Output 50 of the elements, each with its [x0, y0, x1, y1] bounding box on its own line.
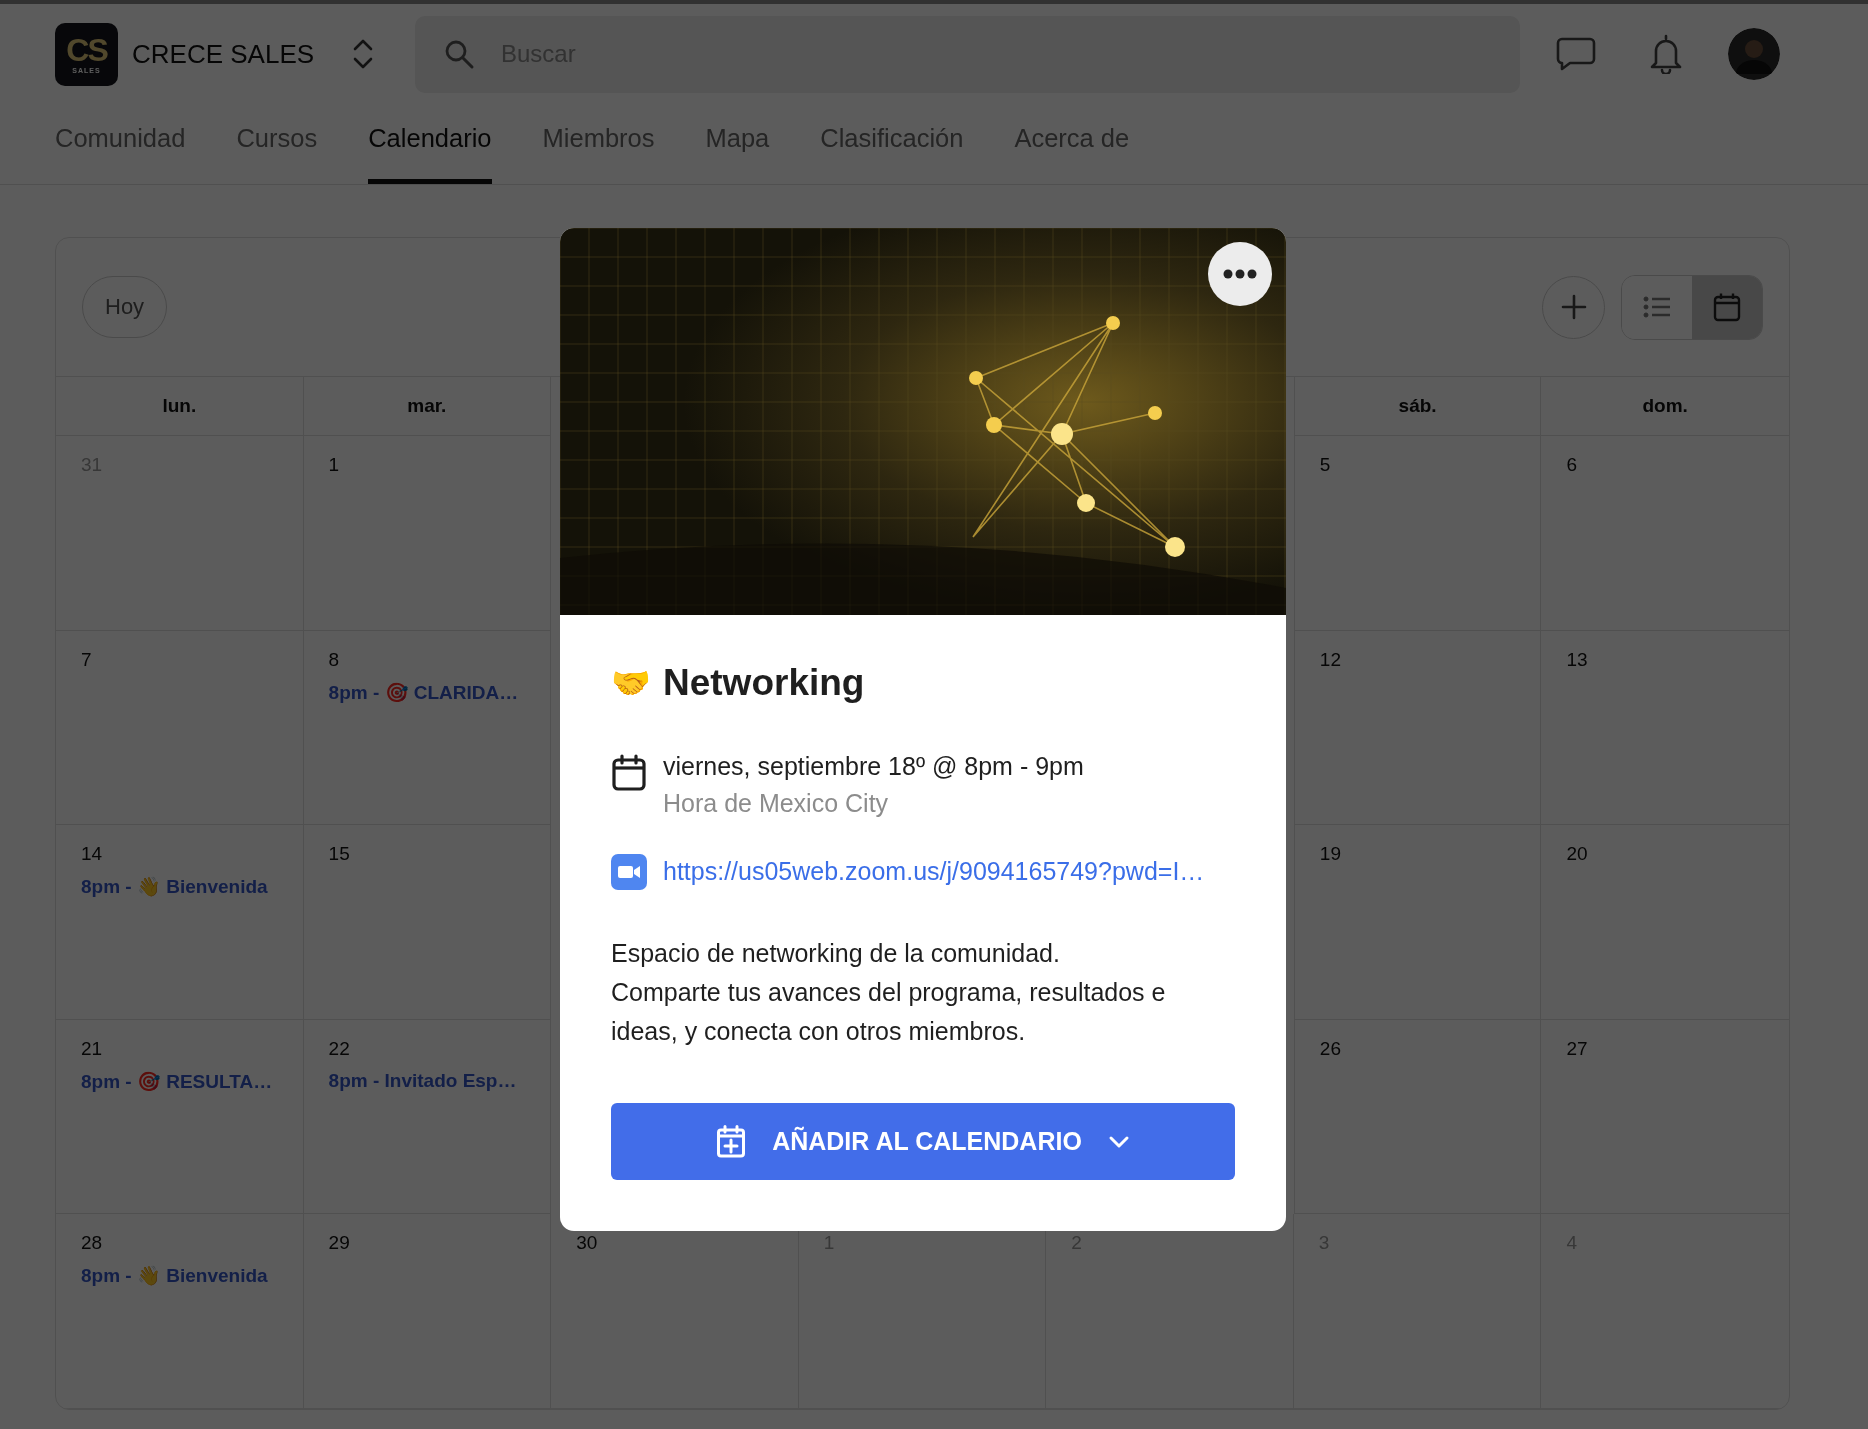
event-date: viernes, septiembre 18º @ 8pm - 9pm — [663, 752, 1084, 781]
event-timezone: Hora de Mexico City — [663, 789, 890, 818]
day-number: 8 — [328, 648, 340, 671]
weekday-header: sáb. — [1398, 395, 1437, 417]
calendar-event[interactable]: 8pm - 🎯 CLARIDA… — [328, 680, 519, 704]
chevron-down-icon — [1107, 1134, 1130, 1149]
calendar-plus-icon — [716, 1124, 747, 1159]
event-title: Networking — [663, 662, 865, 704]
weekday-header: mar. — [407, 395, 447, 417]
day-number: 14 — [81, 843, 103, 866]
day-number: 30 — [576, 1232, 598, 1255]
calendar-event[interactable]: 8pm - 🎯 RESULTA… — [81, 1069, 273, 1093]
day-number: 20 — [1566, 843, 1588, 866]
nav-tab[interactable]: Calendario — [368, 104, 492, 184]
today-button[interactable]: Hoy — [82, 276, 168, 338]
weekday-header: lun. — [162, 395, 197, 417]
meeting-link[interactable]: https://us05web.zoom.us/j/9094165749?pwd=I… — [663, 856, 1205, 886]
user-avatar[interactable] — [1728, 28, 1780, 80]
weekday-header: dom. — [1642, 395, 1688, 417]
day-number: 13 — [1566, 648, 1588, 671]
calendar-event[interactable]: 8pm - Invitado Esp… — [328, 1069, 517, 1092]
day-number: 28 — [81, 1232, 103, 1255]
switch-chevrons-icon[interactable] — [352, 37, 375, 71]
calendar-event[interactable]: 8pm - 👋 Bienvenida — [81, 875, 268, 899]
calendar-view-button[interactable] — [1692, 275, 1762, 339]
day-number: 7 — [81, 648, 92, 671]
day-number: 19 — [1319, 843, 1341, 866]
day-number: 5 — [1319, 454, 1331, 476]
calendar-icon — [1713, 292, 1741, 322]
day-number: 21 — [81, 1037, 103, 1060]
community-name[interactable]: CRECE SALES — [132, 38, 315, 70]
event-description: Espacio de networking de la comunidad. Comparte tus avances del programa, resultados e ideas, y conecta con otros miembros. — [611, 938, 1167, 1047]
day-number: 26 — [1319, 1037, 1341, 1060]
day-number: 6 — [1566, 454, 1577, 476]
handshake-emoji: 🤝 — [611, 664, 651, 702]
chat-icon[interactable] — [1556, 36, 1596, 72]
more-icon — [1223, 269, 1257, 279]
day-number: 12 — [1319, 648, 1341, 671]
plus-icon — [1560, 294, 1587, 320]
list-icon — [1643, 296, 1671, 318]
day-number: 29 — [328, 1232, 350, 1255]
day-number: 22 — [328, 1037, 350, 1060]
day-number: 1 — [328, 454, 340, 476]
day-number: 15 — [328, 843, 350, 866]
calendar-event[interactable]: 8pm - 👋 Bienvenida — [81, 1264, 268, 1288]
calendar-icon — [611, 754, 647, 792]
video-call-icon — [611, 854, 647, 890]
add-to-calendar-button[interactable]: AÑADIR AL CALENDARIO — [611, 1103, 1235, 1180]
bell-icon[interactable] — [1649, 34, 1683, 74]
day-number: 27 — [1566, 1037, 1588, 1060]
